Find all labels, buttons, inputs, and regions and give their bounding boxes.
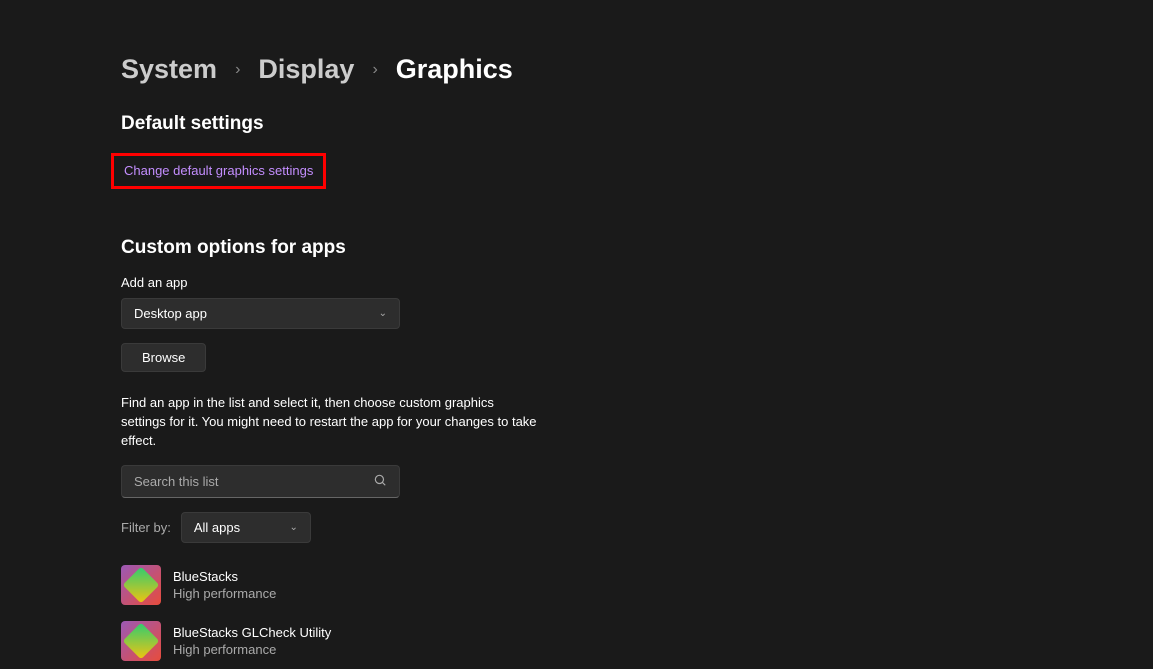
breadcrumb-graphics: Graphics (396, 54, 513, 85)
app-info: BlueStacks GLCheck Utility High performa… (173, 625, 331, 657)
breadcrumb: System › Display › Graphics (121, 54, 1153, 85)
search-icon (373, 473, 387, 490)
chevron-right-icon: › (235, 61, 240, 79)
search-input[interactable] (134, 474, 373, 489)
custom-options-title: Custom options for apps (121, 237, 1153, 259)
breadcrumb-display[interactable]: Display (258, 54, 354, 85)
help-text: Find an app in the list and select it, t… (121, 394, 541, 451)
change-default-graphics-link[interactable]: Change default graphics settings (124, 163, 313, 178)
app-item-bluestacks-glcheck[interactable]: BlueStacks GLCheck Utility High performa… (121, 613, 1153, 669)
default-settings-title: Default settings (121, 113, 1153, 135)
app-status: High performance (173, 642, 331, 657)
app-list: BlueStacks High performance BlueStacks G… (121, 557, 1153, 669)
chevron-down-icon: ⌄ (379, 308, 387, 319)
app-type-dropdown[interactable]: Desktop app ⌄ (121, 298, 400, 329)
highlighted-box: Change default graphics settings (111, 153, 326, 189)
filter-dropdown[interactable]: All apps ⌄ (181, 512, 311, 543)
app-name: BlueStacks GLCheck Utility (173, 625, 331, 640)
chevron-down-icon: ⌄ (289, 522, 297, 533)
app-status: High performance (173, 586, 276, 601)
filter-value: All apps (194, 520, 240, 535)
dropdown-value: Desktop app (134, 306, 207, 321)
app-item-bluestacks[interactable]: BlueStacks High performance (121, 557, 1153, 613)
browse-button[interactable]: Browse (121, 343, 206, 372)
filter-row: Filter by: All apps ⌄ (121, 512, 1153, 543)
app-icon (121, 565, 161, 605)
app-icon (121, 621, 161, 661)
breadcrumb-system[interactable]: System (121, 54, 217, 85)
filter-label: Filter by: (121, 520, 171, 535)
chevron-right-icon: › (372, 61, 377, 79)
app-info: BlueStacks High performance (173, 569, 276, 601)
search-box[interactable] (121, 465, 400, 498)
app-name: BlueStacks (173, 569, 276, 584)
add-app-label: Add an app (121, 275, 1153, 290)
